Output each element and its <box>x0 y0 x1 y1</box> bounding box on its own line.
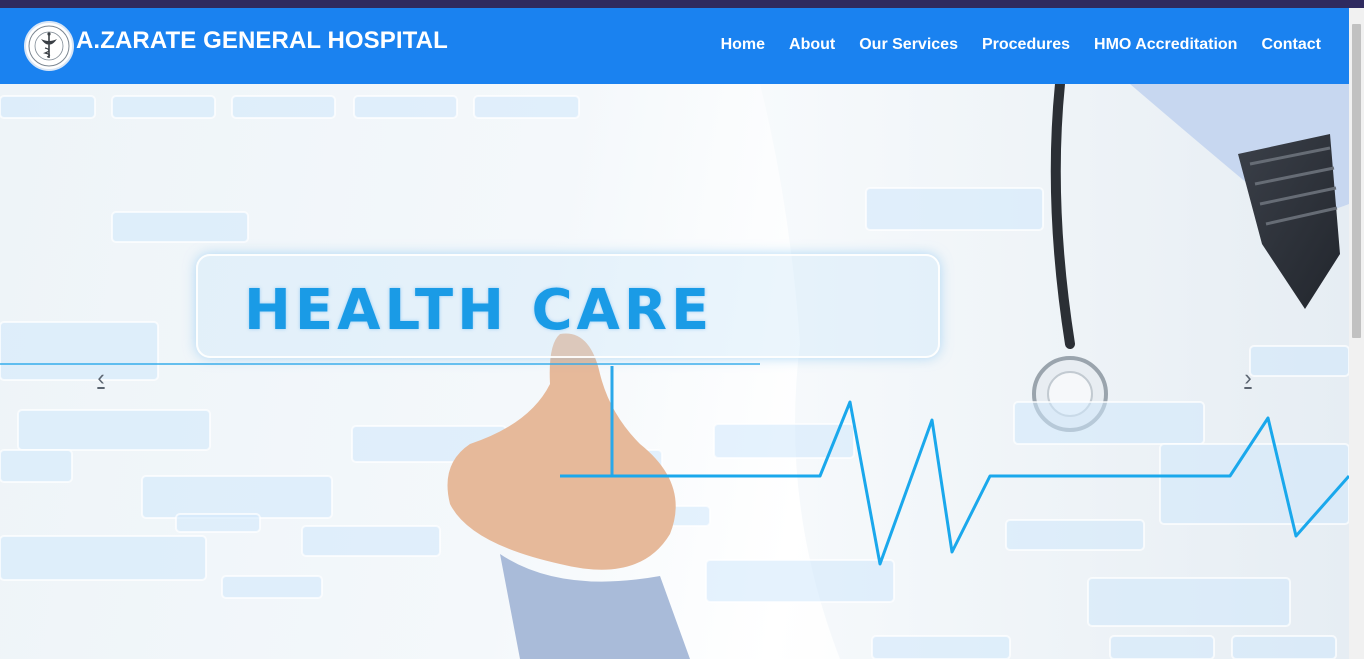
main-nav: Home About Our Services Procedures HMO A… <box>697 36 1321 54</box>
page-scrollbar[interactable] <box>1349 8 1364 659</box>
scrollbar-thumb[interactable] <box>1352 24 1361 338</box>
hero-background-image <box>0 84 1349 659</box>
brand-name: A.ZARATE GENERAL HOSPITAL <box>76 27 448 54</box>
navbar: A.ZARATE GENERAL HOSPITAL Home About Our… <box>0 8 1349 84</box>
nav-procedures[interactable]: Procedures <box>982 36 1070 54</box>
hero-headline: HEALTH CARE <box>244 278 714 343</box>
nav-hmo-accreditation[interactable]: HMO Accreditation <box>1094 36 1237 54</box>
chevron-right-icon[interactable]: › <box>1233 365 1263 390</box>
hero-carousel: HEALTH CARE ‹ › <box>0 84 1349 659</box>
hospital-logo-icon <box>24 21 74 71</box>
nav-contact[interactable]: Contact <box>1261 36 1321 54</box>
nav-our-services[interactable]: Our Services <box>859 36 958 54</box>
nav-home[interactable]: Home <box>721 36 765 54</box>
nav-about[interactable]: About <box>789 36 835 54</box>
chevron-left-icon[interactable]: ‹ <box>86 365 116 390</box>
top-accent-strip <box>0 0 1364 8</box>
brand-link[interactable]: A.ZARATE GENERAL HOSPITAL <box>24 20 448 72</box>
